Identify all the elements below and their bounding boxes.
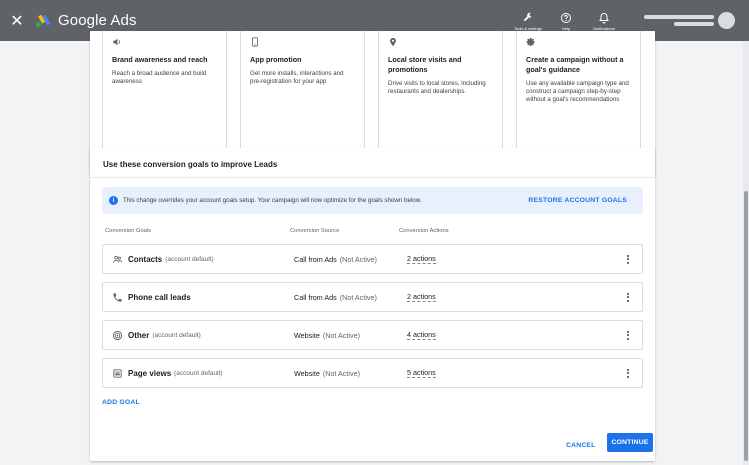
goal-source: Call from Ads (Not Active) (294, 283, 377, 311)
more-options-icon[interactable] (627, 245, 629, 273)
goal-source-text: Website (294, 368, 320, 378)
goal-actions-link[interactable]: 4 actions (407, 321, 436, 349)
phone-call-icon (112, 283, 123, 311)
goal-source-text: Call from Ads (294, 292, 337, 302)
scrollbar[interactable] (743, 41, 749, 465)
goal-source: Website (Not Active) (294, 321, 360, 349)
app-window: ✕ Google Ads Tools & settings Help Notif… (0, 0, 749, 465)
close-icon[interactable]: ✕ (0, 0, 34, 41)
phone-icon (250, 37, 355, 49)
objective-tile-local-store[interactable]: Local store visits and promotions Drive … (378, 31, 503, 149)
tile-title: App promotion (250, 55, 302, 64)
help-icon (559, 11, 573, 25)
notifications-label: Notifications (593, 25, 615, 31)
bell-icon (597, 11, 611, 25)
column-header-actions: Conversion Actions (399, 228, 449, 234)
more-options-icon[interactable] (627, 321, 629, 349)
scrollbar-thumb[interactable] (744, 191, 748, 461)
target-icon (112, 321, 123, 349)
goal-name-text: Phone call leads (128, 292, 191, 302)
gear-icon (526, 37, 631, 49)
goal-source-text: Website (294, 330, 320, 340)
goal-row-page-views[interactable]: Page views (account default) Website (No… (102, 358, 643, 388)
conversion-goals-card: Use these conversion goals to improve Le… (90, 148, 655, 461)
goal-source-status: (Not Active) (322, 330, 360, 340)
tile-title: Create a campaign without a goal's guida… (526, 55, 624, 74)
goal-source: Call from Ads (Not Active) (294, 245, 377, 273)
tile-title: Local store visits and promotions (388, 55, 462, 74)
tile-title: Brand awareness and reach (112, 55, 208, 64)
goal-name: Page views (account default) (128, 359, 223, 387)
goal-name: Other (account default) (128, 321, 201, 349)
wrench-icon (521, 11, 535, 25)
restore-account-goals-button[interactable]: RESTORE ACCOUNT GOALS (528, 187, 627, 214)
goal-name: Contacts (account default) (128, 245, 214, 273)
goal-actions-link[interactable]: 5 actions (407, 359, 436, 387)
continue-button[interactable]: CONTINUE (607, 433, 653, 452)
goal-row-phone-call-leads[interactable]: Phone call leads Call from Ads (Not Acti… (102, 282, 643, 312)
google-ads-logo (35, 14, 51, 27)
goal-source: Website (Not Active) (294, 359, 360, 387)
pin-icon (388, 37, 493, 49)
goal-source-status: (Not Active) (339, 254, 377, 264)
more-options-icon[interactable] (627, 359, 629, 387)
notifications-button[interactable]: Notifications (586, 11, 622, 31)
tile-description: Drive visits to local stores, including … (388, 80, 486, 95)
account-name-redacted (644, 15, 714, 26)
page-content: Brand awareness and reach Reach a broad … (0, 31, 749, 465)
tile-description: Reach a broad audience and build awarene… (112, 70, 207, 85)
column-header-source: Conversion Source (290, 228, 340, 234)
goal-actions-link[interactable]: 2 actions (407, 245, 436, 273)
tools-settings-label: Tools & settings (513, 25, 542, 31)
account-switcher[interactable] (644, 12, 735, 29)
goal-source-status: (Not Active) (339, 292, 377, 302)
tile-description: Get more installs, interactions and pre-… (250, 70, 344, 85)
divider (90, 177, 655, 178)
more-options-icon[interactable] (627, 283, 629, 311)
page-icon (112, 359, 123, 387)
help-label: Help (561, 25, 571, 31)
speaker-icon (112, 37, 217, 49)
goal-name: Phone call leads (128, 283, 194, 311)
override-notice: i This change overrides your account goa… (102, 187, 643, 214)
goal-name-sub: (account default) (174, 369, 223, 377)
goal-name-text: Other (128, 330, 150, 340)
avatar[interactable] (718, 12, 735, 29)
notice-text: This change overrides your account goals… (123, 197, 422, 204)
cancel-button[interactable]: CANCEL (566, 436, 596, 454)
info-icon: i (109, 196, 118, 205)
goal-name-sub: (account default) (165, 255, 214, 263)
objective-tile-no-goal[interactable]: Create a campaign without a goal's guida… (516, 31, 641, 149)
goal-source-status: (Not Active) (322, 368, 360, 378)
add-goal-button[interactable]: ADD GOAL (102, 399, 140, 406)
column-header-goals: Conversion Goals (105, 228, 152, 234)
goal-row-other[interactable]: Other (account default) Website (Not Act… (102, 320, 643, 350)
goal-actions-link[interactable]: 2 actions (407, 283, 436, 311)
goal-name-sub: (account default) (152, 331, 201, 339)
goal-source-text: Call from Ads (294, 254, 337, 264)
help-button[interactable]: Help (548, 11, 584, 31)
objective-tile-brand-awareness[interactable]: Brand awareness and reach Reach a broad … (102, 31, 227, 149)
contacts-icon (112, 245, 123, 273)
app-title: Google Ads (58, 12, 137, 29)
tile-description: Use any available campaign type and cons… (526, 80, 629, 103)
tools-settings-button[interactable]: Tools & settings (510, 11, 546, 31)
goal-name-text: Page views (128, 368, 172, 378)
goal-name-text: Contacts (128, 254, 163, 264)
goal-row-contacts[interactable]: Contacts (account default) Call from Ads… (102, 244, 643, 274)
objective-tile-app-promotion[interactable]: App promotion Get more installs, interac… (240, 31, 365, 149)
section-title: Use these conversion goals to improve Le… (103, 160, 278, 169)
